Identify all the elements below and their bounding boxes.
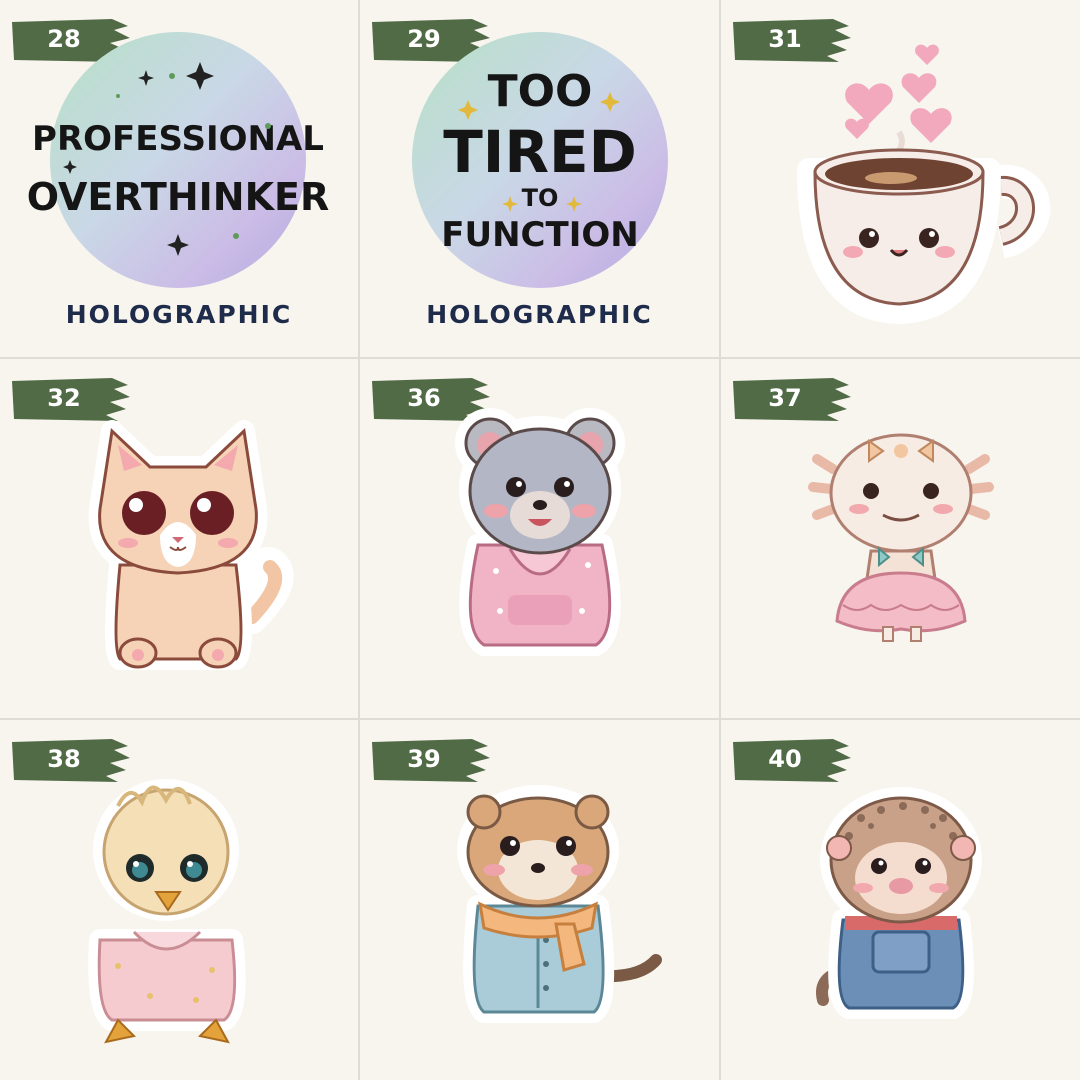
sticker-line-2: OVERTHINKER (27, 175, 330, 219)
cat-sticker-art (88, 420, 294, 670)
hedgehog-sticker-art (816, 787, 982, 1019)
sticker-tile-40[interactable]: 40 (721, 720, 1080, 1080)
sticker-line-1: TOO (488, 66, 593, 117)
sticker-tile-31[interactable]: 31 (721, 0, 1080, 357)
coffee-cup-sticker-art (797, 44, 1051, 324)
axolotl-sticker-art (808, 433, 994, 642)
sticker-line-1: PROFESSIONAL (32, 119, 324, 159)
sticker-line-2: TIRED (443, 118, 637, 186)
sticker-caption: HOLOGRAPHIC (65, 300, 293, 329)
sticker-caption: HOLOGRAPHIC (426, 300, 653, 329)
sticker-grid: 28 PROFESSIONAL OVERTHINKER HOLOGRAPHIC (0, 0, 1080, 1080)
sticker-tile-29[interactable]: 29 TOO TIRED TO FUNCTION HOLOGRAPHIC (360, 0, 719, 357)
sticker-tile-36[interactable]: 36 (360, 359, 719, 718)
sticker-tile-32[interactable]: 32 (0, 359, 358, 718)
ferret-sticker-art (457, 785, 662, 1023)
sticker-line-3: TO (522, 184, 559, 212)
sticker-tile-38[interactable]: 38 (0, 720, 358, 1080)
chick-sticker-art (88, 779, 246, 1044)
sticker-line-4: FUNCTION (441, 215, 638, 255)
heart-icon (845, 44, 952, 143)
sticker-tile-37[interactable]: 37 (721, 359, 1080, 718)
quokka-sticker-art (455, 408, 625, 656)
sticker-tile-28[interactable]: 28 PROFESSIONAL OVERTHINKER HOLOGRAPHIC (0, 0, 358, 357)
sticker-tile-39[interactable]: 39 (360, 720, 719, 1080)
